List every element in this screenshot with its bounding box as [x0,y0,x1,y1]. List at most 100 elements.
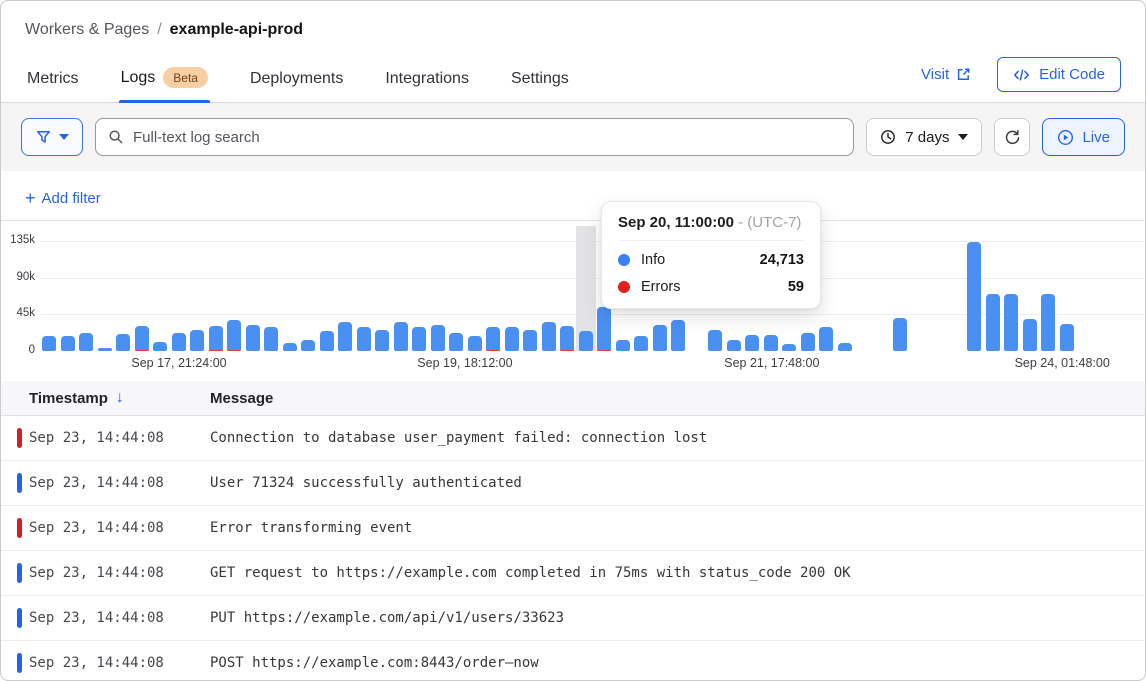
log-timestamp: Sep 23, 14:44:08 [29,565,210,581]
chart-bar[interactable] [505,327,519,351]
chart-bar[interactable] [468,336,482,351]
tab-logs[interactable]: LogsBeta [119,61,210,102]
chart-bar[interactable] [357,327,371,351]
chart-bar[interactable] [172,333,186,351]
workers-logs-page: Workers & Pages/example-api-prod Metrics… [0,0,1146,681]
log-timestamp: Sep 23, 14:44:08 [29,655,210,671]
visit-link[interactable]: Visit [921,66,971,83]
breadcrumb-separator: / [157,21,161,38]
chart-bar[interactable] [764,335,778,351]
tab-settings[interactable]: Settings [509,64,571,102]
chart-bar[interactable] [301,340,315,351]
breadcrumb: Workers & Pages/example-api-prod [25,21,1121,39]
search-input[interactable] [133,129,841,146]
chart-bar[interactable] [708,330,722,351]
time-range-dropdown[interactable]: 7 days [866,118,982,156]
chart-bar-error-segment [560,350,574,352]
refresh-button[interactable] [994,118,1030,156]
clock-icon [880,129,896,145]
column-header-message[interactable]: Message [210,390,1145,407]
chart-bar[interactable] [542,322,556,351]
chart-bar[interactable] [967,242,981,351]
edit-code-label: Edit Code [1039,66,1105,83]
tab-label: Logs [121,69,156,87]
column-header-timestamp[interactable]: Timestamp ↓ [1,389,210,407]
tab-bar-actions: Visit Edit Code [921,57,1121,102]
chart-bar[interactable] [838,343,852,351]
chart-bar[interactable] [745,335,759,351]
filter-dropdown-button[interactable] [21,118,83,156]
chart-bar[interactable] [653,325,667,351]
sort-descending-icon[interactable]: ↓ [116,389,124,407]
log-row[interactable]: Sep 23, 14:44:08GET request to https://e… [1,551,1145,596]
log-table: Timestamp ↓ Message Sep 23, 14:44:08Conn… [1,381,1145,681]
chart-plot[interactable] [41,233,1145,351]
chart-bar[interactable] [135,326,149,351]
chart-bar[interactable] [320,331,334,351]
chart-bar[interactable] [579,331,593,351]
chart-bar[interactable] [79,333,93,351]
chart-bar[interactable] [116,334,130,351]
info-level-indicator [17,608,22,628]
log-row[interactable]: Sep 23, 14:44:08PUT https://example.com/… [1,596,1145,641]
chart-bar[interactable] [486,327,500,351]
chart-bar[interactable] [986,294,1000,351]
chart-bar[interactable] [61,336,75,351]
live-button[interactable]: Live [1042,118,1125,156]
chart-bar[interactable] [616,340,630,351]
log-message: User 71324 successfully authenticated [210,475,1145,491]
chart-bar[interactable] [1060,324,1074,351]
edit-code-button[interactable]: Edit Code [997,57,1121,92]
tab-deployments[interactable]: Deployments [248,64,345,102]
message-header-label: Message [210,390,273,407]
chart-bar[interactable] [819,327,833,351]
tab-metrics[interactable]: Metrics [25,64,81,102]
log-timestamp: Sep 23, 14:44:08 [29,475,210,491]
tab-integrations[interactable]: Integrations [383,64,471,102]
breadcrumb-section[interactable]: Workers & Pages [25,21,149,38]
chart-bar[interactable] [153,342,167,351]
chart-bar[interactable] [375,330,389,351]
chart-bar[interactable] [1023,319,1037,351]
chart-bar[interactable] [523,330,537,351]
chart-bar[interactable] [98,348,112,351]
series-value: 59 [788,279,804,295]
chart-bar[interactable] [782,344,796,351]
log-row[interactable]: Sep 23, 14:44:08POST https://example.com… [1,641,1145,681]
chart-bar[interactable] [727,340,741,351]
chart-bar[interactable] [42,336,56,351]
chart-bar[interactable] [1041,294,1055,351]
chart-bar[interactable] [264,327,278,351]
add-filter-button[interactable]: + Add filter [25,189,101,207]
chart-bar[interactable] [449,333,463,351]
y-axis-tick: 135k [1,234,35,246]
chart-bar[interactable] [394,322,408,351]
log-row[interactable]: Sep 23, 14:44:08Error transforming event [1,506,1145,551]
chart-bar[interactable] [190,330,204,351]
chart-bar[interactable] [634,336,648,351]
chart-bar[interactable] [209,326,223,351]
series-dot-icon [618,254,630,266]
chart-bar[interactable] [1004,294,1018,351]
chart-bar[interactable] [597,307,611,351]
chart-bar[interactable] [893,318,907,351]
log-message: POST https://example.com:8443/order–now [210,655,1145,671]
x-axis-tick: Sep 24, 01:48:00 [1015,356,1110,370]
chart-bar[interactable] [227,320,241,351]
chart-bar[interactable] [560,326,574,351]
log-row[interactable]: Sep 23, 14:44:08User 71324 successfully … [1,461,1145,506]
series-label: Info [641,252,665,268]
log-row[interactable]: Sep 23, 14:44:08Connection to database u… [1,416,1145,461]
log-timestamp: Sep 23, 14:44:08 [29,610,210,626]
chart-bar[interactable] [431,325,445,351]
chart-bar[interactable] [283,343,297,351]
external-link-icon [956,67,971,82]
chart-bar[interactable] [801,333,815,351]
chart-bar-error-segment [209,350,223,352]
x-axis-tick: Sep 17, 21:24:00 [131,356,226,370]
chart-bar[interactable] [671,320,685,351]
chart-bar-error-segment [135,350,149,352]
chart-bar[interactable] [338,322,352,351]
chart-bar[interactable] [246,325,260,351]
chart-bar[interactable] [412,327,426,351]
